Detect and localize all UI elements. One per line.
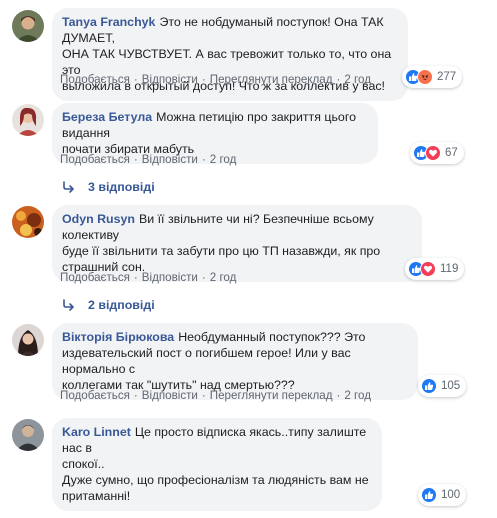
like-icon xyxy=(421,487,437,503)
comment-text-line: издевательский пост о погибшем герое! Ил… xyxy=(62,346,351,376)
timestamp[interactable]: 2 год xyxy=(344,389,371,402)
love-icon xyxy=(425,145,441,161)
avatar[interactable] xyxy=(12,206,44,238)
comment-author[interactable]: Вікторія Бірюкова xyxy=(62,330,174,344)
replies-label: 3 відповіді xyxy=(88,180,155,194)
reply-arrow-icon xyxy=(62,298,76,312)
comment-author[interactable]: Tanya Franchyk xyxy=(62,15,155,29)
comment-bubble: Karo Linnet Це просто відписка якась..тип… xyxy=(52,418,382,511)
reply-button[interactable]: Відповісти xyxy=(142,389,198,402)
replies-label: 2 відповіді xyxy=(88,298,155,312)
comment-text-line: Дуже сумно, що професіоналізм та людяніс… xyxy=(62,473,369,487)
reaction-count: 105 xyxy=(441,380,461,392)
comment-actions: Подобається · Відповісти · Переглянути перек… xyxy=(60,389,371,402)
timestamp[interactable]: 2 год xyxy=(210,271,237,284)
comment-text-line: притаманні! xyxy=(62,489,131,503)
reaction-count: 100 xyxy=(441,489,461,501)
like-icon xyxy=(421,378,437,394)
reaction-summary[interactable]: 105 xyxy=(418,375,467,397)
like-button[interactable]: Подобається xyxy=(60,271,130,284)
reply-arrow-icon xyxy=(62,180,76,194)
avatar[interactable] xyxy=(12,104,44,136)
timestamp[interactable]: 2 год xyxy=(210,153,237,166)
reaction-summary[interactable]: 100 xyxy=(418,484,467,506)
reaction-summary[interactable]: 67 xyxy=(410,142,464,164)
comment-bubble: Tanya Franchyk Это не нобдуманый поступок… xyxy=(52,8,408,101)
like-button[interactable]: Подобається xyxy=(60,73,130,86)
comment-text-line: спокої.. xyxy=(62,457,105,471)
avatar[interactable] xyxy=(12,10,44,42)
like-button[interactable]: Подобається xyxy=(60,153,130,166)
view-replies-button[interactable]: 3 відповіді xyxy=(62,180,155,194)
view-replies-button[interactable]: 2 відповіді xyxy=(62,298,155,312)
comment-text-line: буде її звільнити та забути про цю ТП на… xyxy=(62,244,381,258)
reply-button[interactable]: Відповісти xyxy=(142,73,198,86)
reaction-summary[interactable]: 119 xyxy=(405,258,465,280)
angry-icon xyxy=(417,69,433,85)
comment-author[interactable]: Береза Бетула xyxy=(62,110,152,124)
reply-button[interactable]: Відповісти xyxy=(142,153,198,166)
reaction-count: 277 xyxy=(437,71,457,83)
comment-actions: Подобається · Відповісти · Переглянути перек… xyxy=(60,73,371,86)
timestamp[interactable]: 2 год xyxy=(344,73,371,86)
comment-actions: Подобається · Відповісти · 2 год xyxy=(60,153,237,166)
see-translation-button[interactable]: Переглянути переклад xyxy=(210,73,333,86)
comment-text-line: Необдуманный поступок??? Это xyxy=(178,330,366,344)
reaction-count: 67 xyxy=(445,147,458,159)
love-icon xyxy=(420,261,436,277)
comment-actions: Подобається · Відповісти · 2 год xyxy=(60,271,237,284)
reaction-summary[interactable]: 277 xyxy=(402,66,463,88)
avatar[interactable] xyxy=(12,324,44,356)
reaction-count: 119 xyxy=(440,263,459,275)
comment-author[interactable]: Karo Linnet xyxy=(62,425,131,439)
avatar[interactable] xyxy=(12,419,44,451)
reply-button[interactable]: Відповісти xyxy=(142,271,198,284)
like-button[interactable]: Подобається xyxy=(60,389,130,402)
see-translation-button[interactable]: Переглянути переклад xyxy=(210,389,333,402)
comment-author[interactable]: Odyn Rusyn xyxy=(62,212,135,226)
